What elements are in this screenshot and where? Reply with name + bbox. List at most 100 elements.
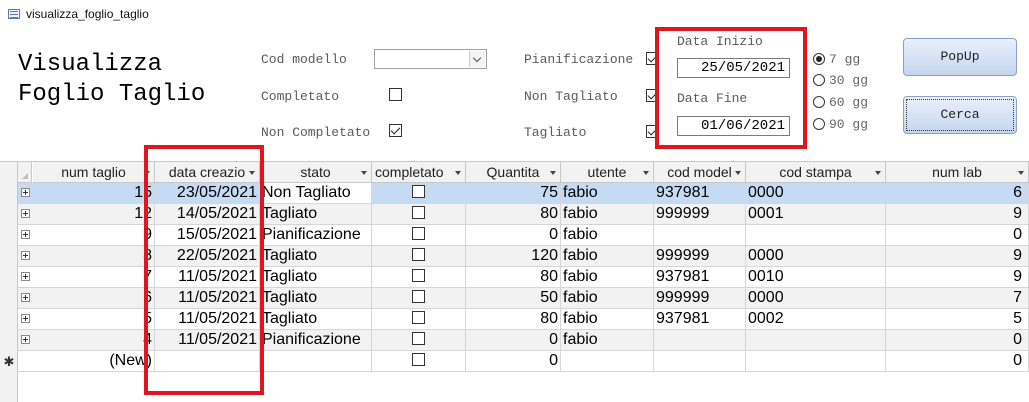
radio-60gg-label: 60 gg — [829, 95, 869, 110]
completato-cell-checkbox[interactable] — [412, 184, 425, 198]
cell-num-lab[interactable]: 0 — [886, 351, 1029, 371]
cell-completato[interactable] — [372, 309, 466, 329]
radio-30gg-label: 30 gg — [829, 73, 869, 88]
non-completato-label: Non Completato — [261, 125, 371, 140]
col-header-cod-modello[interactable]: cod model — [654, 162, 746, 183]
expand-icon[interactable] — [21, 272, 30, 281]
cell-cod-modello[interactable] — [654, 351, 746, 371]
expand-icon[interactable] — [21, 209, 30, 218]
cell-cod-modello — [654, 330, 746, 350]
cell-quantita: 50 — [466, 288, 561, 308]
cell-utente: fabio — [561, 183, 654, 203]
cell-quantita: 80 — [466, 267, 561, 287]
cell-completato[interactable] — [372, 204, 466, 224]
completato-cell-checkbox[interactable] — [412, 352, 425, 366]
cell-cod-stampa: 0000 — [746, 246, 886, 266]
cell-completato[interactable] — [372, 351, 466, 371]
cell-quantita: 80 — [466, 309, 561, 329]
col-header-quantita[interactable]: Quantita — [466, 162, 561, 183]
col-header-completato[interactable]: completato — [372, 162, 466, 183]
cell-cod-stampa: 0000 — [746, 183, 886, 203]
cell-num-taglio: 9 — [33, 225, 155, 245]
filter-dropdown-icon[interactable] — [735, 171, 741, 175]
cell-cod-modello: 937981 — [654, 309, 746, 329]
chevron-down-icon[interactable] — [469, 51, 485, 67]
radio-90gg-label: 90 gg — [829, 117, 869, 132]
cell-quantita[interactable]: 0 — [466, 351, 561, 371]
completato-cell-checkbox[interactable] — [412, 205, 425, 219]
col-header-utente[interactable]: utente — [561, 162, 654, 183]
radio-30gg[interactable] — [813, 74, 825, 86]
cell-completato[interactable] — [372, 288, 466, 308]
cell-stato: Pianificazione — [260, 225, 372, 245]
expand-icon[interactable] — [21, 188, 30, 197]
window-title: visualizza_foglio_taglio — [26, 7, 149, 21]
filter-dropdown-icon[interactable] — [361, 171, 367, 175]
completato-cell-checkbox[interactable] — [412, 226, 425, 240]
cell-utente: fabio — [561, 225, 654, 245]
cell-num-taglio: 6 — [33, 288, 155, 308]
completato-cell-checkbox[interactable] — [412, 289, 425, 303]
tagliato-label: Tagliato — [524, 125, 587, 140]
cell-cod-modello: 937981 — [654, 267, 746, 287]
cell-completato[interactable] — [372, 330, 466, 350]
cell-num-lab: 5 — [886, 309, 1029, 329]
cell-stato: Tagliato — [260, 288, 372, 308]
cell-stato[interactable] — [260, 351, 372, 371]
completato-checkbox[interactable] — [389, 88, 402, 101]
cell-num-taglio[interactable]: (New) — [33, 351, 155, 371]
cell-quantita: 0 — [466, 225, 561, 245]
cell-num-lab: 0 — [886, 225, 1029, 245]
completato-cell-checkbox[interactable] — [412, 247, 425, 261]
cell-completato[interactable] — [372, 225, 466, 245]
filter-dropdown-icon[interactable] — [550, 171, 556, 175]
filter-dropdown-icon[interactable] — [455, 171, 461, 175]
col-header-cod-stampa[interactable]: cod stampa — [746, 162, 886, 183]
expand-icon[interactable] — [21, 335, 30, 344]
completato-cell-checkbox[interactable] — [412, 331, 425, 345]
cell-utente[interactable] — [561, 351, 654, 371]
cell-num-lab: 9 — [886, 204, 1029, 224]
highlight-date-range — [655, 27, 807, 149]
form-title: Visualizza Foglio Taglio — [18, 50, 205, 110]
radio-90gg[interactable] — [813, 118, 825, 130]
cell-completato[interactable] — [372, 267, 466, 287]
cell-num-taglio: 8 — [33, 246, 155, 266]
cell-completato[interactable] — [372, 183, 466, 203]
filter-dropdown-icon[interactable] — [1018, 171, 1024, 175]
non-tagliato-label: Non Tagliato — [524, 89, 618, 104]
cell-cod-stampa — [746, 330, 886, 350]
radio-60gg[interactable] — [813, 96, 825, 108]
expand-icon[interactable] — [21, 230, 30, 239]
completato-cell-checkbox[interactable] — [412, 268, 425, 282]
radio-7gg[interactable] — [813, 53, 825, 65]
form-title-line2: Foglio Taglio — [18, 81, 206, 108]
cell-cod-modello — [654, 225, 746, 245]
cerca-button[interactable]: Cerca — [903, 96, 1017, 134]
expand-icon[interactable] — [21, 293, 30, 302]
col-header-stato[interactable]: stato — [260, 162, 372, 183]
cell-stato[interactable]: Non Tagliato — [260, 183, 372, 203]
cell-num-lab: 6 — [886, 183, 1029, 203]
pianificazione-label: Pianificazione — [524, 52, 634, 67]
cell-cod-stampa[interactable] — [746, 351, 886, 371]
popup-button[interactable]: PopUp — [903, 38, 1017, 76]
completato-label: Completato — [261, 89, 340, 104]
expand-icon[interactable] — [21, 314, 30, 323]
cell-stato: Pianificazione — [260, 330, 372, 350]
col-header-num-lab[interactable]: num lab — [886, 162, 1029, 183]
cell-cod-modello: 999999 — [654, 204, 746, 224]
cell-cod-modello: 937981 — [654, 183, 746, 203]
cod-modello-label: Cod modello — [261, 52, 347, 67]
filter-dropdown-icon[interactable] — [875, 171, 881, 175]
col-header-num-taglio[interactable]: num taglio — [33, 162, 155, 183]
cell-stato: Tagliato — [260, 204, 372, 224]
cell-completato[interactable] — [372, 246, 466, 266]
filter-dropdown-icon[interactable] — [643, 171, 649, 175]
non-completato-checkbox[interactable] — [389, 124, 402, 137]
cell-stato: Tagliato — [260, 267, 372, 287]
cod-modello-combobox[interactable] — [374, 49, 487, 69]
completato-cell-checkbox[interactable] — [412, 310, 425, 324]
expand-icon[interactable] — [21, 251, 30, 260]
select-all-corner[interactable] — [18, 162, 32, 183]
